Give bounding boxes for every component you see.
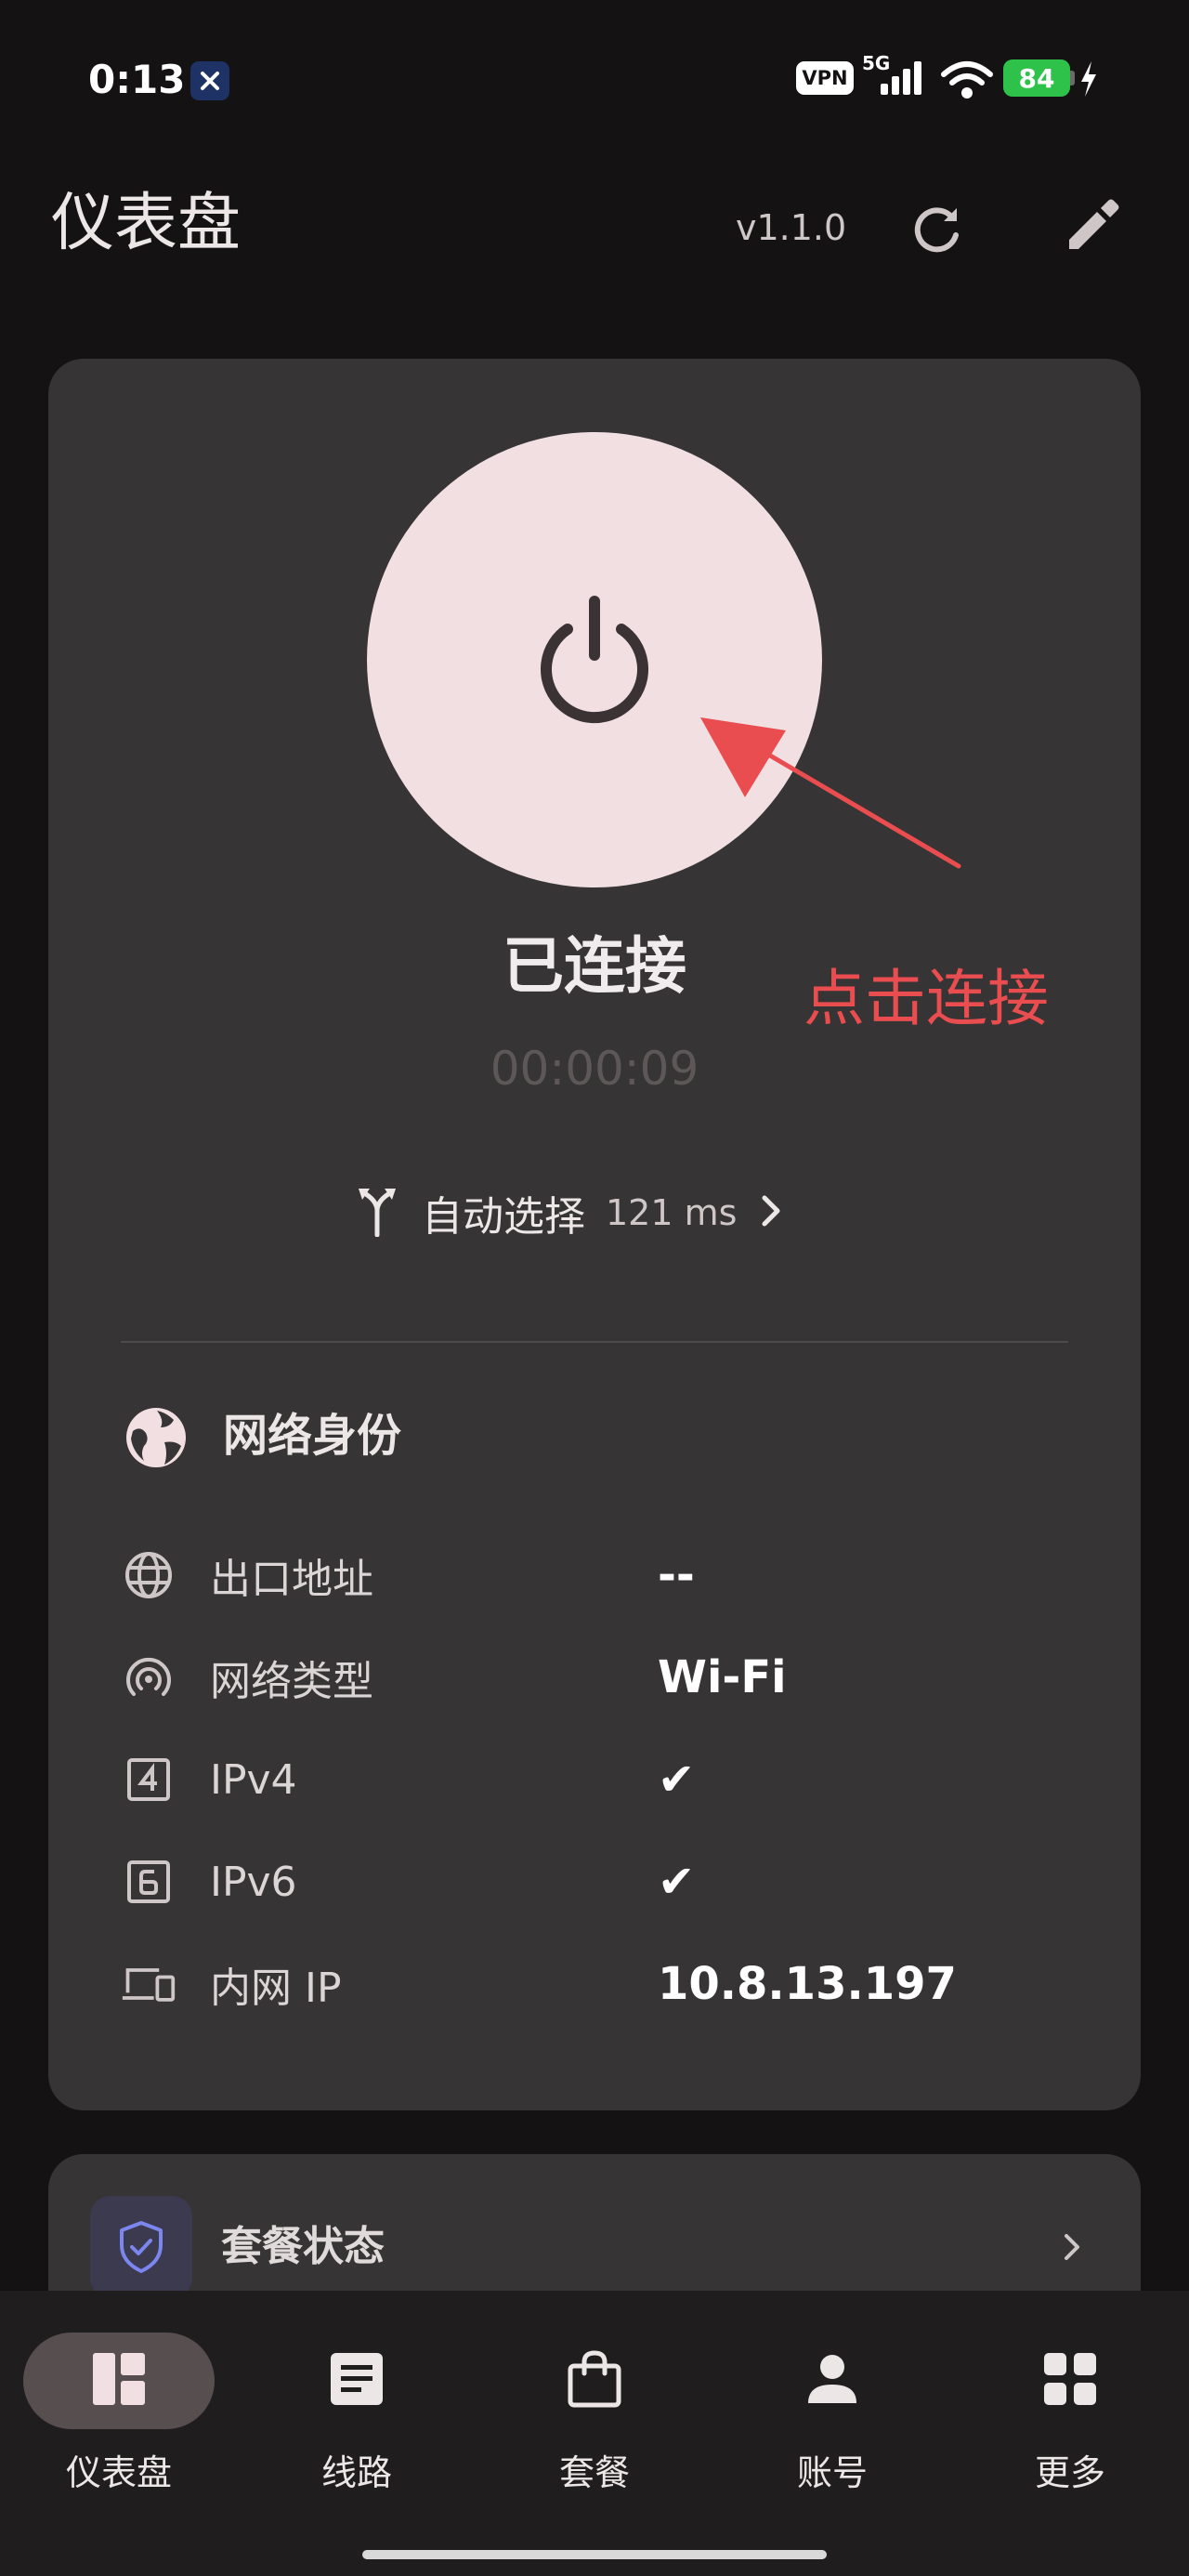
info-label: 出口地址 (210, 1556, 373, 1603)
article-icon (329, 2351, 385, 2411)
info-row-network-type: 网络类型 Wi-Fi (121, 1636, 1050, 1719)
charging-icon (1078, 59, 1099, 102)
info-label: 网络类型 (210, 1658, 373, 1705)
close-x-icon (190, 61, 229, 100)
edit-button[interactable] (1055, 191, 1130, 265)
nav-label: 仪表盘 (65, 2452, 172, 2493)
wifi-icon (940, 59, 994, 104)
shopping-bag-icon (567, 2349, 622, 2412)
fork-icon (353, 1185, 401, 1241)
nav-label: 更多 (1034, 2452, 1105, 2493)
nav-icon-container (499, 2333, 690, 2429)
version-label: v1.1.0 (736, 207, 847, 248)
nav-label: 账号 (796, 2452, 868, 2493)
refresh-icon (908, 201, 966, 262)
info-value: 10.8.13.197 (658, 1958, 957, 2010)
nav-item-routes[interactable]: 线路 (238, 2333, 476, 2500)
section-title-network-identity: 网络身份 (223, 1410, 402, 1462)
page-title: 仪表盘 (51, 187, 242, 260)
person-icon (804, 2351, 860, 2411)
info-row-exit-address: 出口地址 -- (121, 1533, 1050, 1617)
dashboard-icon (91, 2351, 147, 2411)
nav-label: 线路 (320, 2452, 392, 2493)
info-row-ipv4: IPv4 ✔ (121, 1738, 1050, 1821)
nav-item-plans[interactable]: 套餐 (476, 2333, 713, 2500)
route-selector[interactable]: 自动选择 121 ms (353, 1176, 836, 1250)
nav-icon-container (737, 2333, 928, 2429)
info-value: Wi-Fi (658, 1651, 787, 1703)
plan-status-title: 套餐状态 (221, 2223, 385, 2270)
vpn-badge: VPN (796, 61, 854, 95)
status-time: 0:13 (88, 57, 186, 102)
globe-icon (121, 1547, 176, 1603)
info-value: -- (658, 1549, 695, 1601)
wifi-tethering-icon (121, 1649, 176, 1705)
ipv4-icon (121, 1752, 176, 1807)
devices-icon (121, 1956, 176, 2012)
battery-tip (1070, 71, 1075, 85)
card-divider (121, 1341, 1068, 1343)
battery-indicator: 84 (1003, 59, 1070, 97)
check-icon: ✔ (658, 1754, 696, 1806)
info-row-ipv6: IPv6 ✔ (121, 1840, 1050, 1924)
nav-icon-container (974, 2333, 1166, 2429)
pencil-icon (1062, 195, 1123, 260)
connection-timer: 00:00:09 (490, 1042, 699, 1096)
info-label: IPv6 (210, 1858, 297, 1906)
annotation-arrow (687, 706, 966, 877)
info-row-lan-ip: 内网 IP 10.8.13.197 (121, 1942, 1050, 2026)
nav-item-more[interactable]: 更多 (951, 2333, 1189, 2500)
nav-label: 套餐 (558, 2452, 630, 2493)
nav-icon-container (261, 2333, 452, 2429)
signal-icon (879, 59, 925, 100)
nav-item-dashboard[interactable]: 仪表盘 (0, 2333, 238, 2500)
route-label: 自动选择 (422, 1193, 585, 1241)
annotation-text: 点击连接 (804, 963, 1049, 1034)
chevron-right-icon (757, 1192, 785, 1233)
power-icon (525, 588, 664, 731)
nav-active-indicator (23, 2333, 215, 2429)
check-icon: ✔ (658, 1856, 696, 1908)
home-indicator[interactable] (362, 2550, 827, 2559)
nav-item-account[interactable]: 账号 (713, 2333, 951, 2500)
apps-grid-icon (1042, 2351, 1098, 2411)
chevron-right-icon (1059, 2228, 1085, 2269)
info-label: IPv4 (210, 1755, 297, 1804)
globe-filled-icon (124, 1405, 189, 1474)
info-label: 内网 IP (210, 1965, 342, 2012)
refresh-button[interactable] (901, 195, 973, 268)
shield-check-icon (90, 2196, 192, 2298)
route-latency: 121 ms (606, 1192, 738, 1233)
ipv6-icon (121, 1854, 176, 1910)
